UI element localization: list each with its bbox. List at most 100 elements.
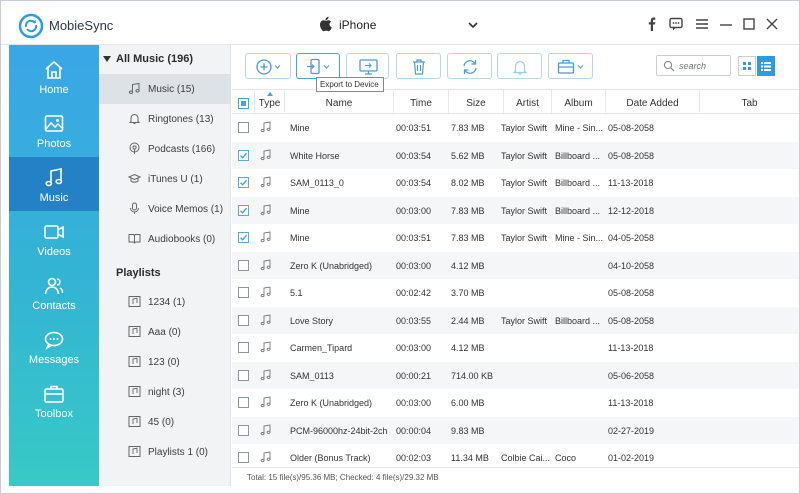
chevron-down-icon bbox=[468, 22, 478, 29]
nav-music[interactable]: Music bbox=[9, 157, 99, 211]
convert-button[interactable] bbox=[447, 53, 492, 79]
maximize-icon[interactable] bbox=[741, 16, 757, 32]
nav-label: Contacts bbox=[32, 300, 76, 312]
music-note-icon bbox=[260, 231, 271, 243]
cell-date-added: 05-08-2058 bbox=[608, 315, 655, 326]
column-header-type[interactable]: Type bbox=[255, 90, 285, 114]
table-row[interactable]: Zero K (Unabridged) 00:03:00 4.12 MB 04-10-… bbox=[232, 251, 799, 279]
column-header-album[interactable]: Album bbox=[552, 90, 606, 114]
cell-size: 4.12 MB bbox=[451, 343, 485, 353]
cell-album: Billboard ... bbox=[555, 150, 601, 161]
row-checkbox[interactable] bbox=[238, 314, 249, 326]
minimize-icon[interactable] bbox=[718, 16, 734, 32]
graduation-cap-icon bbox=[128, 173, 141, 183]
nav-contacts[interactable]: Contacts bbox=[9, 265, 99, 319]
toolbox-dropdown-button[interactable] bbox=[548, 53, 593, 79]
cell-size: 9.83 MB bbox=[451, 425, 485, 436]
nav-home[interactable]: Home bbox=[9, 49, 99, 103]
column-header-name[interactable]: Name bbox=[285, 90, 394, 114]
cell-date-added: 05-08-2058 bbox=[608, 123, 655, 133]
row-checkbox[interactable] bbox=[238, 177, 249, 188]
row-checkbox[interactable] bbox=[238, 424, 249, 436]
row-checkbox[interactable] bbox=[238, 259, 249, 271]
category-podcasts[interactable]: Podcasts (166) bbox=[99, 134, 231, 164]
menu-icon[interactable] bbox=[694, 16, 710, 32]
add-button[interactable] bbox=[245, 53, 291, 79]
table-row[interactable]: Zero K (Unabridged) 00:03:00 6.00 MB 11-13-… bbox=[232, 389, 799, 417]
column-header-tab[interactable]: Tab bbox=[700, 90, 799, 114]
checkmark-icon bbox=[240, 152, 248, 159]
device-selector[interactable]: iPhone bbox=[319, 14, 483, 36]
checkmark-icon bbox=[240, 179, 248, 186]
category-itunes-u[interactable]: iTunes U (1) bbox=[99, 164, 231, 194]
table-row[interactable]: SAM_0113 00:00:21 714.00 KB 05-06-2058 bbox=[232, 361, 799, 389]
select-all-checkbox[interactable] bbox=[238, 98, 249, 109]
playlist-item[interactable]: 1234 (1) bbox=[99, 287, 231, 317]
nav-videos[interactable]: Videos bbox=[9, 211, 99, 265]
column-header-time[interactable]: Time bbox=[394, 90, 449, 114]
row-checkbox[interactable] bbox=[238, 122, 249, 133]
playlist-item[interactable]: Aaa (0) bbox=[99, 317, 231, 347]
table-row[interactable]: Love Story 00:03:55 2.44 MB Taylor Swift Bil… bbox=[232, 306, 799, 334]
export-to-device-button[interactable] bbox=[296, 53, 340, 79]
playlist-item[interactable]: Playlists 1 (0) bbox=[99, 437, 231, 467]
music-note-icon bbox=[260, 368, 271, 380]
music-note-icon bbox=[260, 396, 271, 408]
nav-messages[interactable]: Messages bbox=[9, 319, 99, 373]
cell-name: Mine bbox=[290, 123, 310, 133]
cell-size: 8.02 MB bbox=[451, 178, 485, 188]
nav-toolbox[interactable]: Toolbox bbox=[9, 373, 99, 427]
row-checkbox[interactable] bbox=[238, 342, 249, 353]
sort-ascending-icon bbox=[267, 92, 273, 96]
category-audiobooks[interactable]: Audiobooks (0) bbox=[99, 224, 231, 254]
row-checkbox[interactable] bbox=[238, 149, 249, 161]
row-checkbox[interactable] bbox=[238, 452, 249, 463]
search-box[interactable] bbox=[656, 55, 731, 76]
playlist-item[interactable]: 123 (0) bbox=[99, 347, 231, 377]
category-ringtones[interactable]: Ringtones (13) bbox=[99, 104, 231, 134]
table-row[interactable]: White Horse 00:03:54 5.62 MB Taylor Swift Bi… bbox=[232, 141, 799, 169]
export-to-pc-button[interactable] bbox=[346, 53, 389, 79]
category-voice-memos[interactable]: Voice Memos (1) bbox=[99, 194, 231, 224]
facebook-icon[interactable] bbox=[644, 16, 660, 32]
feedback-icon[interactable] bbox=[668, 16, 684, 32]
list-icon bbox=[761, 62, 771, 71]
cell-time: 00:03:55 bbox=[396, 315, 432, 326]
table-row[interactable]: 5.1 00:02:42 3.70 MB 05-08-2058 bbox=[232, 279, 799, 307]
home-icon bbox=[45, 60, 63, 79]
ringtone-maker-button[interactable] bbox=[497, 53, 542, 79]
nav-label: Home bbox=[39, 84, 69, 96]
category-music[interactable]: Music (15) bbox=[99, 74, 231, 104]
playlist-item[interactable]: night (3) bbox=[99, 377, 231, 407]
table-row[interactable]: Mine 00:03:51 7.83 MB Taylor Swift Mine - Si… bbox=[232, 114, 799, 142]
playlist-item[interactable]: 45 (0) bbox=[99, 407, 231, 437]
row-checkbox[interactable] bbox=[238, 204, 249, 216]
cell-time: 00:03:00 bbox=[396, 398, 432, 408]
close-icon[interactable] bbox=[764, 16, 780, 32]
table-row[interactable]: SAM_0113_0 00:03:54 8.02 MB Taylor Swift Bil… bbox=[232, 169, 799, 197]
row-checkbox[interactable] bbox=[238, 397, 249, 408]
table-row[interactable]: Older (Bonus Track) 00:02:03 11.34 MB Colbi… bbox=[232, 444, 799, 467]
list-view-button[interactable] bbox=[757, 56, 775, 76]
search-input[interactable] bbox=[679, 59, 727, 73]
nav-photos[interactable]: Photos bbox=[9, 103, 99, 157]
cell-artist: Taylor Swift bbox=[501, 123, 548, 133]
cell-size: 4.12 MB bbox=[451, 260, 485, 271]
cell-artist: Colbie Cai... bbox=[501, 453, 551, 463]
podcast-icon bbox=[129, 142, 140, 154]
table-row[interactable]: Mine 00:03:00 7.83 MB Taylor Swift Billboard… bbox=[232, 196, 799, 224]
all-music-header[interactable]: All Music (196) bbox=[99, 51, 231, 69]
delete-button[interactable] bbox=[396, 53, 441, 79]
row-checkbox[interactable] bbox=[238, 287, 249, 298]
column-header-size[interactable]: Size bbox=[449, 90, 504, 114]
row-checkbox[interactable] bbox=[238, 369, 249, 381]
column-header-artist[interactable]: Artist bbox=[504, 90, 552, 114]
table-row[interactable]: Carmen_Tipard 00:03:00 4.12 MB 11-13-2018 bbox=[232, 334, 799, 362]
app-title: MobieSync bbox=[49, 18, 114, 33]
table-row[interactable]: PCM-96000hz-24bit-2ch 00:00:04 9.83 MB 02-2… bbox=[232, 416, 799, 444]
table-row[interactable]: Mine 00:03:51 7.83 MB Taylor Swift Mine - Si… bbox=[232, 224, 799, 252]
row-checkbox[interactable] bbox=[238, 232, 249, 243]
select-all-header[interactable] bbox=[232, 90, 255, 114]
column-header-date-added[interactable]: Date Added bbox=[606, 90, 700, 114]
grid-view-button[interactable] bbox=[738, 56, 756, 76]
